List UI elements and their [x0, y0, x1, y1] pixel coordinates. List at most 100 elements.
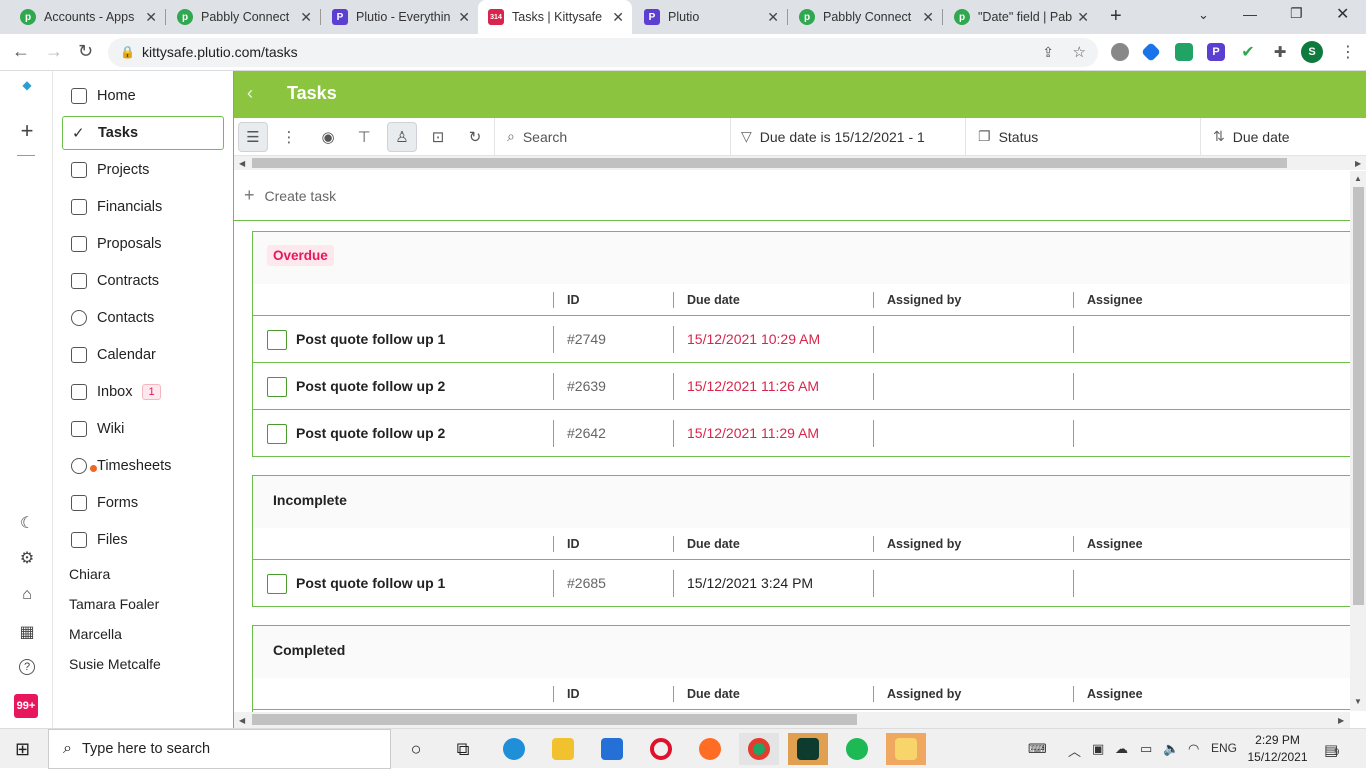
taskbar-search-input[interactable]: ⌕ Type here to search	[48, 729, 391, 769]
moon-icon[interactable]: ☾	[17, 513, 37, 533]
scrollbar-thumb[interactable]	[1353, 187, 1364, 605]
sidebar-item-files[interactable]: Files	[62, 523, 224, 557]
column-header-due[interactable]: Due date	[687, 537, 740, 551]
column-header-assigned-by[interactable]: Assigned by	[887, 687, 961, 701]
tray-chevron-icon[interactable]: ︿	[1068, 741, 1081, 760]
sidebar-item-timesheets[interactable]: Timesheets	[62, 449, 224, 483]
forward-icon[interactable]: →	[45, 41, 63, 62]
list-view-icon[interactable]: ☰	[238, 122, 268, 152]
plutio-extension-icon[interactable]: P	[1207, 43, 1225, 61]
task-due-date[interactable]: 15/12/2021 11:26 AM	[687, 378, 819, 394]
browser-tab[interactable]: p "Date" field | Pab ✕	[942, 0, 1097, 34]
browser-tab[interactable]: p Pabbly Connect ✕	[787, 0, 942, 34]
system-clock[interactable]: 2:29 PM 15/12/2021	[1240, 732, 1315, 766]
task-due-date[interactable]: 15/12/2021 11:29 AM	[687, 425, 819, 441]
close-icon[interactable]: ✕	[145, 9, 157, 26]
task-checkbox[interactable]	[267, 330, 287, 350]
column-header-assignee[interactable]: Assignee	[1087, 687, 1143, 701]
column-header-assignee[interactable]: Assignee	[1087, 293, 1143, 307]
notification-center-icon[interactable]: ▤9	[1324, 741, 1339, 759]
close-icon[interactable]: ✕	[767, 9, 779, 26]
browser-tab[interactable]: p Accounts - Apps ✕	[0, 0, 165, 34]
file-explorer-icon[interactable]	[543, 733, 583, 765]
scroll-left-icon[interactable]: ◀	[239, 159, 245, 168]
house-icon[interactable]: ⌂	[17, 585, 37, 605]
opera-icon[interactable]	[641, 733, 681, 765]
task-name[interactable]: Post quote follow up 1	[296, 575, 445, 591]
close-icon[interactable]: ✕	[922, 9, 934, 26]
sidebar-item-forms[interactable]: Forms	[62, 486, 224, 520]
battery-icon[interactable]: ▭	[1140, 741, 1152, 757]
archive-icon[interactable]: ⊡	[423, 122, 453, 152]
task-name[interactable]: Post quote follow up 2	[296, 378, 445, 394]
store-icon[interactable]	[592, 733, 632, 765]
column-header-assigned-by[interactable]: Assigned by	[887, 293, 961, 307]
add-icon[interactable]: +	[17, 118, 37, 143]
back-icon[interactable]: ←	[12, 41, 30, 62]
task-checkbox[interactable]	[267, 424, 287, 444]
task-name[interactable]: Post quote follow up 2	[296, 425, 445, 441]
column-header-id[interactable]: ID	[567, 293, 580, 307]
window-close-icon[interactable]: ✕	[1336, 4, 1349, 24]
horizontal-scrollbar[interactable]: ◀ ▶	[234, 712, 1350, 728]
collapse-sidebar-icon[interactable]: ‹	[247, 83, 253, 104]
scroll-right-icon[interactable]: ▶	[1355, 159, 1361, 168]
wifi-icon[interactable]: ◠	[1188, 741, 1199, 757]
sidebar-item-calendar[interactable]: Calendar	[62, 338, 224, 372]
board-view-icon[interactable]: ⋮	[274, 122, 304, 152]
close-icon[interactable]: ✕	[300, 9, 312, 26]
sidebar-item-contracts[interactable]: Contracts	[62, 264, 224, 298]
menu-icon[interactable]: ⋮	[1340, 42, 1356, 62]
extension-icon[interactable]: ✔	[1239, 43, 1257, 61]
person-filter-icon[interactable]: ♙	[387, 122, 417, 152]
share-icon[interactable]: ⇪	[1042, 38, 1054, 67]
task-due-date[interactable]: 15/12/2021 3:24 PM	[687, 575, 813, 591]
windows-start-icon[interactable]: ⊞	[15, 739, 30, 760]
language-indicator[interactable]: ENG	[1211, 741, 1237, 755]
filter-button[interactable]: ▽ Due date is 15/12/2021 - 1	[730, 118, 965, 155]
tab-search-icon[interactable]: ⌄	[1198, 7, 1209, 23]
extension-icon[interactable]	[1175, 43, 1193, 61]
sidebar-item-projects[interactable]: Projects	[62, 153, 224, 187]
cortana-icon[interactable]: ○	[396, 733, 436, 765]
sort-button[interactable]: ⇅ Due date	[1200, 118, 1366, 155]
visibility-icon[interactable]: ◉	[313, 122, 343, 152]
sidebar-item-financials[interactable]: Financials	[62, 190, 224, 224]
edge-icon[interactable]	[494, 733, 534, 765]
refresh-icon[interactable]: ↻	[460, 122, 490, 152]
task-row[interactable]: Post quote follow up 2 #2639 15/12/2021 …	[253, 363, 1350, 410]
task-checkbox[interactable]	[267, 574, 287, 594]
restore-icon[interactable]: ❐	[1290, 5, 1303, 22]
browser-tab-active[interactable]: 314 Tasks | Kittysafe ✕	[478, 0, 632, 34]
column-header-id[interactable]: ID	[567, 537, 580, 551]
scrollbar-thumb[interactable]	[252, 714, 857, 725]
url-field[interactable]: 🔒 kittysafe.plutio.com/tasks ⇪ ☆	[108, 38, 1098, 67]
scroll-left-icon[interactable]: ◀	[239, 716, 245, 725]
vector-app-icon[interactable]	[788, 733, 828, 765]
notification-badge[interactable]: 99+	[14, 694, 38, 718]
chrome-icon[interactable]	[739, 733, 779, 765]
help-icon[interactable]: ?	[19, 659, 35, 675]
task-row[interactable]: Post quote follow up 2 #2642 15/12/2021 …	[253, 410, 1350, 457]
cloud-icon[interactable]: ☁	[1115, 741, 1128, 757]
task-checkbox[interactable]	[267, 377, 287, 397]
device-icon[interactable]: ▣	[1092, 741, 1104, 757]
column-header-due[interactable]: Due date	[687, 293, 740, 307]
status-button[interactable]: ❐ Status	[965, 118, 1200, 155]
firefox-icon[interactable]	[690, 733, 730, 765]
bookmark-star-icon[interactable]: ☆	[1073, 38, 1086, 67]
close-icon[interactable]: ✕	[458, 9, 470, 26]
browser-tab[interactable]: P Plutio ✕	[632, 0, 787, 34]
minimize-icon[interactable]: —	[1243, 6, 1257, 22]
column-header-assigned-by[interactable]: Assigned by	[887, 537, 961, 551]
folder-app-icon[interactable]	[886, 733, 926, 765]
sidebar-item-home[interactable]: Home	[62, 79, 224, 113]
scrollbar-thumb[interactable]	[252, 158, 1287, 168]
task-view-icon[interactable]: ⧉	[443, 733, 483, 765]
toolbar-scrollbar[interactable]: ◀ ▶	[234, 156, 1366, 170]
sidebar-item-inbox[interactable]: Inbox 1	[62, 375, 224, 409]
task-row[interactable]: Post quote follow up 1 #2749 15/12/2021 …	[253, 316, 1350, 363]
browser-tab[interactable]: p Pabbly Connect ✕	[165, 0, 320, 34]
task-due-date[interactable]: 15/12/2021 10:29 AM	[687, 331, 820, 347]
task-name[interactable]: Post quote follow up 1	[296, 331, 445, 347]
